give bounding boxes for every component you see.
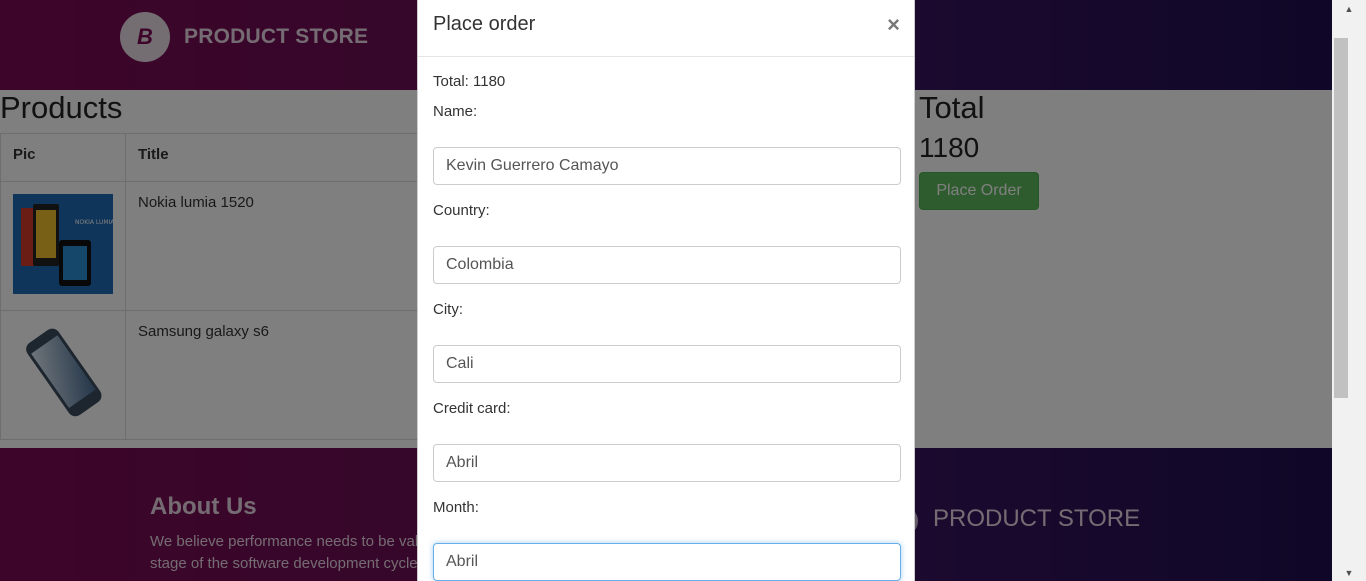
country-label: Country: [433,202,490,219]
month-label: Month: [433,499,479,516]
name-field[interactable] [433,147,901,185]
close-icon[interactable]: × [887,12,900,38]
order-total: Total: 1180 [433,73,506,90]
credit-card-field[interactable] [433,444,901,482]
scroll-down-arrow-icon[interactable]: ▼ [1332,564,1366,581]
modal-header: Place order × [418,0,914,57]
country-field[interactable] [433,246,901,284]
month-field[interactable] [433,543,901,581]
city-label: City: [433,301,463,318]
scrollbar-thumb[interactable] [1334,38,1348,398]
modal-title: Place order [433,13,536,35]
name-label: Name: [433,103,478,120]
place-order-modal: Place order × Total: 1180 Name: Country:… [417,0,915,581]
page-scrollbar[interactable]: ▲ ▼ [1332,0,1366,581]
scroll-up-arrow-icon[interactable]: ▲ [1332,0,1366,17]
city-field[interactable] [433,345,901,383]
credit-card-label: Credit card: [433,400,511,417]
